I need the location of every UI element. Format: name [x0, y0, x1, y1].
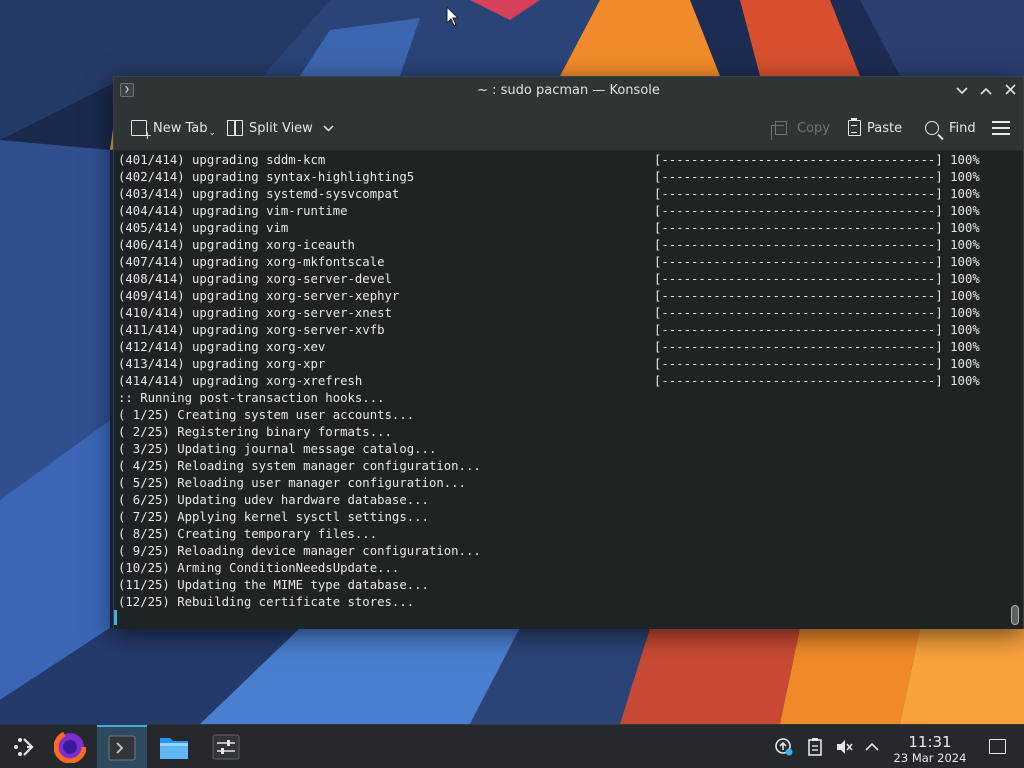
terminal-line: (405/414) upgrading vim: [118, 221, 289, 235]
new-tab-dropdown-chevron-icon[interactable]: ⌄: [209, 128, 217, 138]
folder-icon: [160, 738, 188, 759]
terminal-line: ( 3/25) Updating journal message catalog…: [118, 442, 437, 456]
split-view-label: Split View: [249, 120, 313, 136]
progress-bar-text: [-------------------------------------] …: [654, 323, 980, 337]
terminal-output[interactable]: (401/414) upgrading sddm-kcm (402/414) up…: [114, 152, 1009, 629]
taskbar-konsole[interactable]: [97, 725, 147, 768]
clipboard-icon[interactable]: [805, 737, 825, 757]
new-tab-icon: [131, 120, 152, 142]
terminal-line: (408/414) upgrading xorg-server-devel: [118, 272, 392, 286]
terminal-line: (410/414) upgrading xorg-server-xnest: [118, 306, 392, 320]
taskbar-firefox[interactable]: [46, 725, 94, 768]
terminal-line: (411/414) upgrading xorg-server-xvfb: [118, 323, 385, 337]
progress-bar-text: [-------------------------------------] …: [654, 272, 980, 286]
hamburger-menu-icon: [992, 121, 1010, 135]
taskbar: 11:31 23 Mar 2024: [0, 724, 1024, 768]
progress-bar-text: [-------------------------------------] …: [654, 187, 980, 201]
scrollbar-thumb[interactable]: [1011, 605, 1019, 625]
konsole-window: ❯ ~ : sudo pacman — Konsole New Tab ⌄ Sp…: [113, 76, 1024, 629]
copy-icon: [771, 121, 787, 140]
new-tab-button[interactable]: New Tab ⌄: [131, 118, 217, 142]
taskbar-dolphin[interactable]: [150, 725, 198, 768]
terminal-line: ( 8/25) Creating temporary files...: [118, 527, 378, 541]
terminal-line: (402/414) upgrading syntax-highlighting5: [118, 170, 415, 184]
new-tab-label: New Tab: [153, 120, 208, 136]
hamburger-menu-button[interactable]: [992, 118, 1016, 138]
terminal-line: (11/25) Updating the MIME type database.…: [118, 578, 429, 592]
taskbar-system-settings[interactable]: [202, 725, 250, 768]
split-view-icon: [227, 120, 243, 136]
terminal-line: (12/25) Rebuilding certificate stores...: [118, 595, 415, 609]
terminal-cursor: [114, 610, 117, 625]
copy-button[interactable]: Copy: [771, 118, 830, 140]
minimize-chevron-down-icon[interactable]: [952, 81, 972, 101]
terminal-line: :: Running post-transaction hooks...: [118, 391, 385, 405]
progress-bar-text: [-------------------------------------] …: [654, 289, 980, 303]
terminal-line: (412/414) upgrading xorg-xev: [118, 340, 326, 354]
progress-bar-text: [-------------------------------------] …: [654, 221, 980, 235]
terminal-line: (406/414) upgrading xorg-iceauth: [118, 238, 355, 252]
split-view-chevron-down-icon[interactable]: [323, 124, 334, 132]
terminal-scrollbar[interactable]: [1008, 152, 1023, 629]
terminal-line: ( 9/25) Reloading device manager configu…: [118, 544, 481, 558]
show-desktop-icon[interactable]: [989, 739, 1006, 754]
terminal-line: ( 1/25) Creating system user accounts...: [118, 408, 415, 422]
find-button[interactable]: Find: [925, 118, 976, 138]
clock-date[interactable]: 23 Mar 2024: [885, 751, 975, 765]
paste-icon: [848, 118, 861, 136]
paste-label: Paste: [867, 120, 903, 136]
terminal-line: (409/414) upgrading xorg-server-xephyr: [118, 289, 400, 303]
progress-bar-text: [-------------------------------------] …: [654, 357, 980, 371]
update-notifier-icon[interactable]: [774, 737, 794, 757]
progress-bar-text: [-------------------------------------] …: [654, 255, 980, 269]
terminal-line: ( 7/25) Applying kernel sysctl settings.…: [118, 510, 429, 524]
firefox-icon: [54, 731, 86, 763]
terminal-line: (403/414) upgrading systemd-sysvcompat: [118, 187, 400, 201]
terminal-line: (404/414) upgrading vim-runtime: [118, 204, 348, 218]
tray-expand-chevron-up-icon[interactable]: [862, 737, 882, 757]
progress-bar-text: [-------------------------------------] …: [654, 340, 980, 354]
settings-sliders-icon: [212, 734, 240, 760]
title-bar[interactable]: ❯ ~ : sudo pacman — Konsole: [114, 77, 1023, 105]
close-icon[interactable]: [1000, 81, 1020, 101]
application-launcher-button[interactable]: [0, 725, 48, 768]
terminal-line: (413/414) upgrading xorg-xpr: [118, 357, 326, 371]
progress-bar-text: [-------------------------------------] …: [654, 204, 980, 218]
paste-button[interactable]: Paste: [848, 118, 902, 138]
terminal-line: (407/414) upgrading xorg-mkfontscale: [118, 255, 385, 269]
toolbar: New Tab ⌄ Split View Copy Paste Find: [114, 105, 1023, 151]
mouse-pointer-icon: [446, 6, 460, 27]
split-view-button[interactable]: Split View: [227, 118, 334, 138]
copy-label: Copy: [797, 120, 830, 136]
progress-bar-text: [-------------------------------------] …: [654, 153, 980, 167]
progress-bar-text: [-------------------------------------] …: [654, 170, 980, 184]
konsole-icon: [108, 735, 136, 761]
terminal-line: (10/25) Arming ConditionNeedsUpdate...: [118, 561, 400, 575]
terminal-line: ( 2/25) Registering binary formats...: [118, 425, 392, 439]
find-label: Find: [949, 120, 976, 136]
progress-bar-text: [-------------------------------------] …: [654, 306, 980, 320]
kde-launcher-icon: [14, 738, 34, 756]
clock-time[interactable]: 11:31: [895, 733, 965, 751]
progress-bar-text: [-------------------------------------] …: [654, 238, 980, 252]
terminal-line: (401/414) upgrading sddm-kcm: [118, 153, 326, 167]
progress-bar-text: [-------------------------------------] …: [654, 374, 980, 388]
terminal-line: (414/414) upgrading xorg-xrefresh: [118, 374, 363, 388]
maximize-chevron-up-icon[interactable]: [976, 81, 996, 101]
terminal-line: ( 4/25) Reloading system manager configu…: [118, 459, 481, 473]
terminal-line: ( 6/25) Updating udev hardware database.…: [118, 493, 429, 507]
terminal-line: ( 5/25) Reloading user manager configura…: [118, 476, 466, 490]
volume-muted-icon[interactable]: [834, 737, 854, 757]
window-title: ~ : sudo pacman — Konsole: [477, 83, 660, 98]
search-icon: [925, 121, 939, 135]
